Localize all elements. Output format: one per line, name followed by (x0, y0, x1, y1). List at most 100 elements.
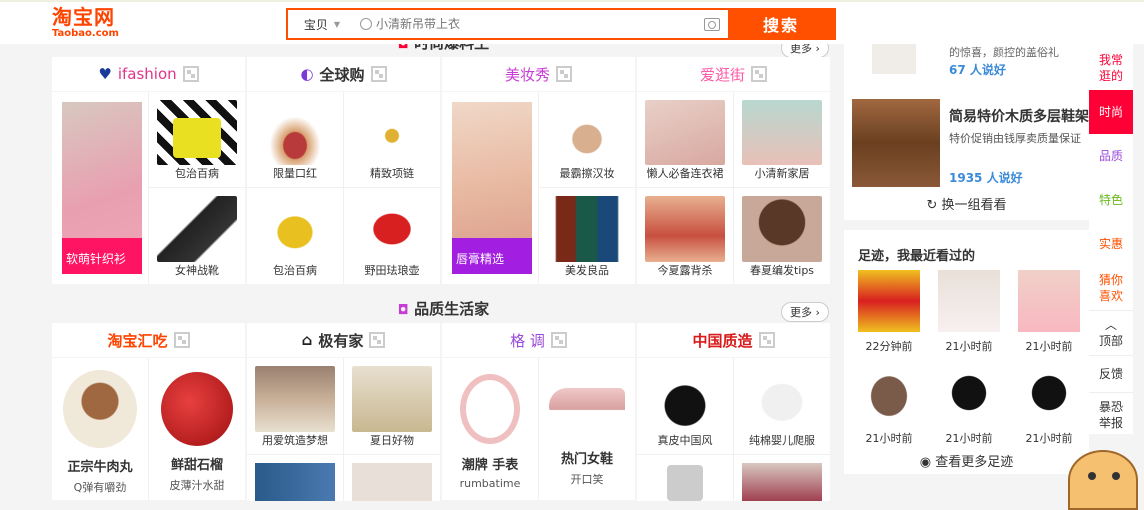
search-button[interactable]: 搜索 (728, 10, 834, 38)
brand-row-fashion: ♥ ifashion ◐ 全球购 美妆秀 爱逛街 (52, 57, 830, 91)
product-image (645, 196, 725, 262)
footprint-item[interactable]: 21小时前 (858, 362, 920, 446)
search-bar: 宝贝 ▼ 搜索 (286, 8, 836, 40)
product-title[interactable]: 的惊喜，颜控的盖俗礼 (949, 44, 1059, 60)
product-tile[interactable]: 今夏露背杀 (637, 188, 733, 284)
footprint-item[interactable]: 21小时前 (1018, 362, 1080, 446)
nav-item-favorites[interactable]: 我常逛的 (1089, 44, 1133, 90)
footprint-item[interactable]: 21小时前 (1018, 270, 1080, 354)
eye-icon: ◉ (919, 455, 932, 470)
product-title: 潮牌 手表 (461, 458, 519, 473)
brand-ifashion[interactable]: ♥ ifashion (52, 57, 245, 91)
camera-icon[interactable] (704, 18, 720, 31)
group-ifashion: 软萌针织衫 包治百病 女神战靴 (52, 92, 245, 284)
nav-item-fashion[interactable]: 时尚 (1089, 90, 1133, 134)
nav-label: 顶部 (1098, 334, 1123, 348)
footprint-item[interactable]: 21小时前 (938, 362, 1000, 446)
product-tile[interactable]: 潮牌 手表 rumbatime (442, 358, 538, 500)
mascot-cat-image[interactable] (1062, 440, 1144, 510)
product-tile[interactable] (637, 455, 733, 501)
product-tile[interactable]: 美发良品 (539, 188, 635, 284)
product-image (549, 388, 625, 424)
product-tile[interactable]: 鲜甜石榴 皮薄汁水甜 (149, 358, 245, 500)
footprint-panel: 足迹，我最近看过的 22分钟前 21小时前 21小时前 21小时前 21小时前 … (844, 230, 1089, 474)
nav-item-guess[interactable]: 猜你喜欢 (1089, 266, 1133, 310)
product-tile[interactable]: 纯棉婴儿爬服 (734, 358, 830, 454)
footprint-time: 21小时前 (1025, 340, 1073, 353)
product-image (742, 463, 822, 501)
search-input[interactable] (376, 17, 696, 31)
home-icon: ⌂ (301, 331, 313, 349)
product-tile[interactable]: 限量口红 (247, 92, 343, 187)
qr-code-icon[interactable] (751, 66, 767, 82)
product-tile[interactable] (247, 455, 343, 501)
product-image (352, 100, 432, 165)
brand-style[interactable]: 格 调 (442, 323, 635, 357)
product-tile[interactable] (344, 455, 440, 501)
product-tile[interactable]: 懒人必备连衣裙 (637, 92, 733, 187)
top-bar: 淘宝网 Taobao.com 宝贝 ▼ 搜索 (0, 0, 1144, 44)
product-tile[interactable]: 包治百病 (247, 188, 343, 284)
product-tile[interactable] (734, 455, 830, 501)
more-footprints-button[interactable]: ◉ 查看更多足迹 (844, 451, 1089, 470)
product-tile[interactable]: 野田珐琅壶 (344, 188, 440, 284)
group-shopping-street: 懒人必备连衣裙 小清新家居 今夏露背杀 春夏编发tips (637, 92, 830, 284)
product-desc: 特价促销由钱厚卖质量保证 (949, 132, 1081, 145)
product-tile[interactable]: 包治百病 (149, 92, 245, 187)
back-to-top-button[interactable]: ︿ 顶部 (1089, 310, 1133, 355)
qr-code-icon[interactable] (370, 66, 387, 82)
footprint-item[interactable]: 22分钟前 (858, 270, 920, 354)
report-button[interactable]: 暴恐举报 (1089, 392, 1133, 437)
product-image[interactable] (872, 44, 916, 74)
qr-code-icon[interactable] (758, 332, 775, 348)
search-type-select[interactable]: 宝贝 ▼ (288, 10, 356, 38)
nav-label: 实惠 (1098, 237, 1123, 251)
qr-code-icon[interactable] (556, 66, 572, 82)
product-tile[interactable]: 最霸擦汉妆 (539, 92, 635, 187)
brand-beauty[interactable]: 美妆秀 (442, 57, 635, 91)
global-icon: ◐ (300, 65, 314, 83)
product-title[interactable]: 简易特价木质多层鞋架 (949, 106, 1089, 126)
brand-china-made[interactable]: 中国质造 (637, 323, 830, 357)
product-tile-featured[interactable]: 唇膏精选 (442, 92, 538, 284)
brand-home[interactable]: ⌂ 极有家 (247, 323, 440, 357)
more-button[interactable]: 更多 › (781, 302, 829, 322)
product-tile[interactable]: 用爱筑造梦想 (247, 358, 343, 454)
brand-taobao-food[interactable]: 淘宝汇吃 (52, 323, 245, 357)
brand-label: 全球购 (319, 65, 365, 84)
refresh-button[interactable]: ↻ 换一组看看 (844, 194, 1089, 213)
qr-code-icon[interactable] (369, 332, 386, 348)
brand-label: ifashion (117, 65, 177, 83)
nav-item-quality[interactable]: 品质 (1089, 134, 1133, 178)
product-image (157, 196, 237, 262)
product-tile[interactable]: 小清新家居 (734, 92, 830, 187)
product-tile[interactable]: 正宗牛肉丸 Q弹有嚼劲 (52, 358, 148, 500)
product-tile-featured[interactable]: 软萌针织衫 (52, 92, 148, 284)
footprint-grid: 22分钟前 21小时前 21小时前 21小时前 21小时前 21小时前 (858, 270, 1080, 446)
qr-code-icon[interactable] (550, 332, 567, 348)
product-tile[interactable]: 真皮中国风 (637, 358, 733, 454)
product-tile[interactable]: 精致项链 (344, 92, 440, 187)
product-title: 热门女鞋 (560, 452, 613, 467)
nav-label: 我常逛的 (1098, 53, 1123, 83)
qr-code-icon[interactable] (173, 332, 190, 348)
nav-item-deals[interactable]: 实惠 (1089, 222, 1133, 266)
feedback-button[interactable]: 反馈 (1089, 355, 1133, 392)
brand-global[interactable]: ◐ 全球购 (247, 57, 440, 91)
product-tile[interactable]: 热门女鞋 开口笑 (539, 358, 635, 500)
product-tile[interactable]: 夏日好物 (344, 358, 440, 454)
product-tile[interactable]: 女神战靴 (149, 188, 245, 284)
qr-code-icon[interactable] (182, 66, 199, 82)
nav-item-special[interactable]: 特色 (1089, 178, 1133, 222)
brand-shopping-street[interactable]: 爱逛街 (637, 57, 830, 91)
taobao-logo[interactable]: 淘宝网 Taobao.com (52, 6, 119, 39)
product-tile[interactable]: 春夏编发tips (734, 188, 830, 284)
product-subtitle: 开口笑 (570, 473, 604, 486)
product-image (352, 196, 432, 262)
ifashion-icon: ♥ (98, 65, 112, 83)
footprint-item[interactable]: 21小时前 (938, 270, 1000, 354)
product-label: 真皮中国风 (657, 434, 713, 447)
product-label: 最霸擦汉妆 (559, 167, 615, 180)
product-subtitle: 皮薄汁水甜 (169, 479, 225, 492)
product-image[interactable] (852, 99, 940, 187)
